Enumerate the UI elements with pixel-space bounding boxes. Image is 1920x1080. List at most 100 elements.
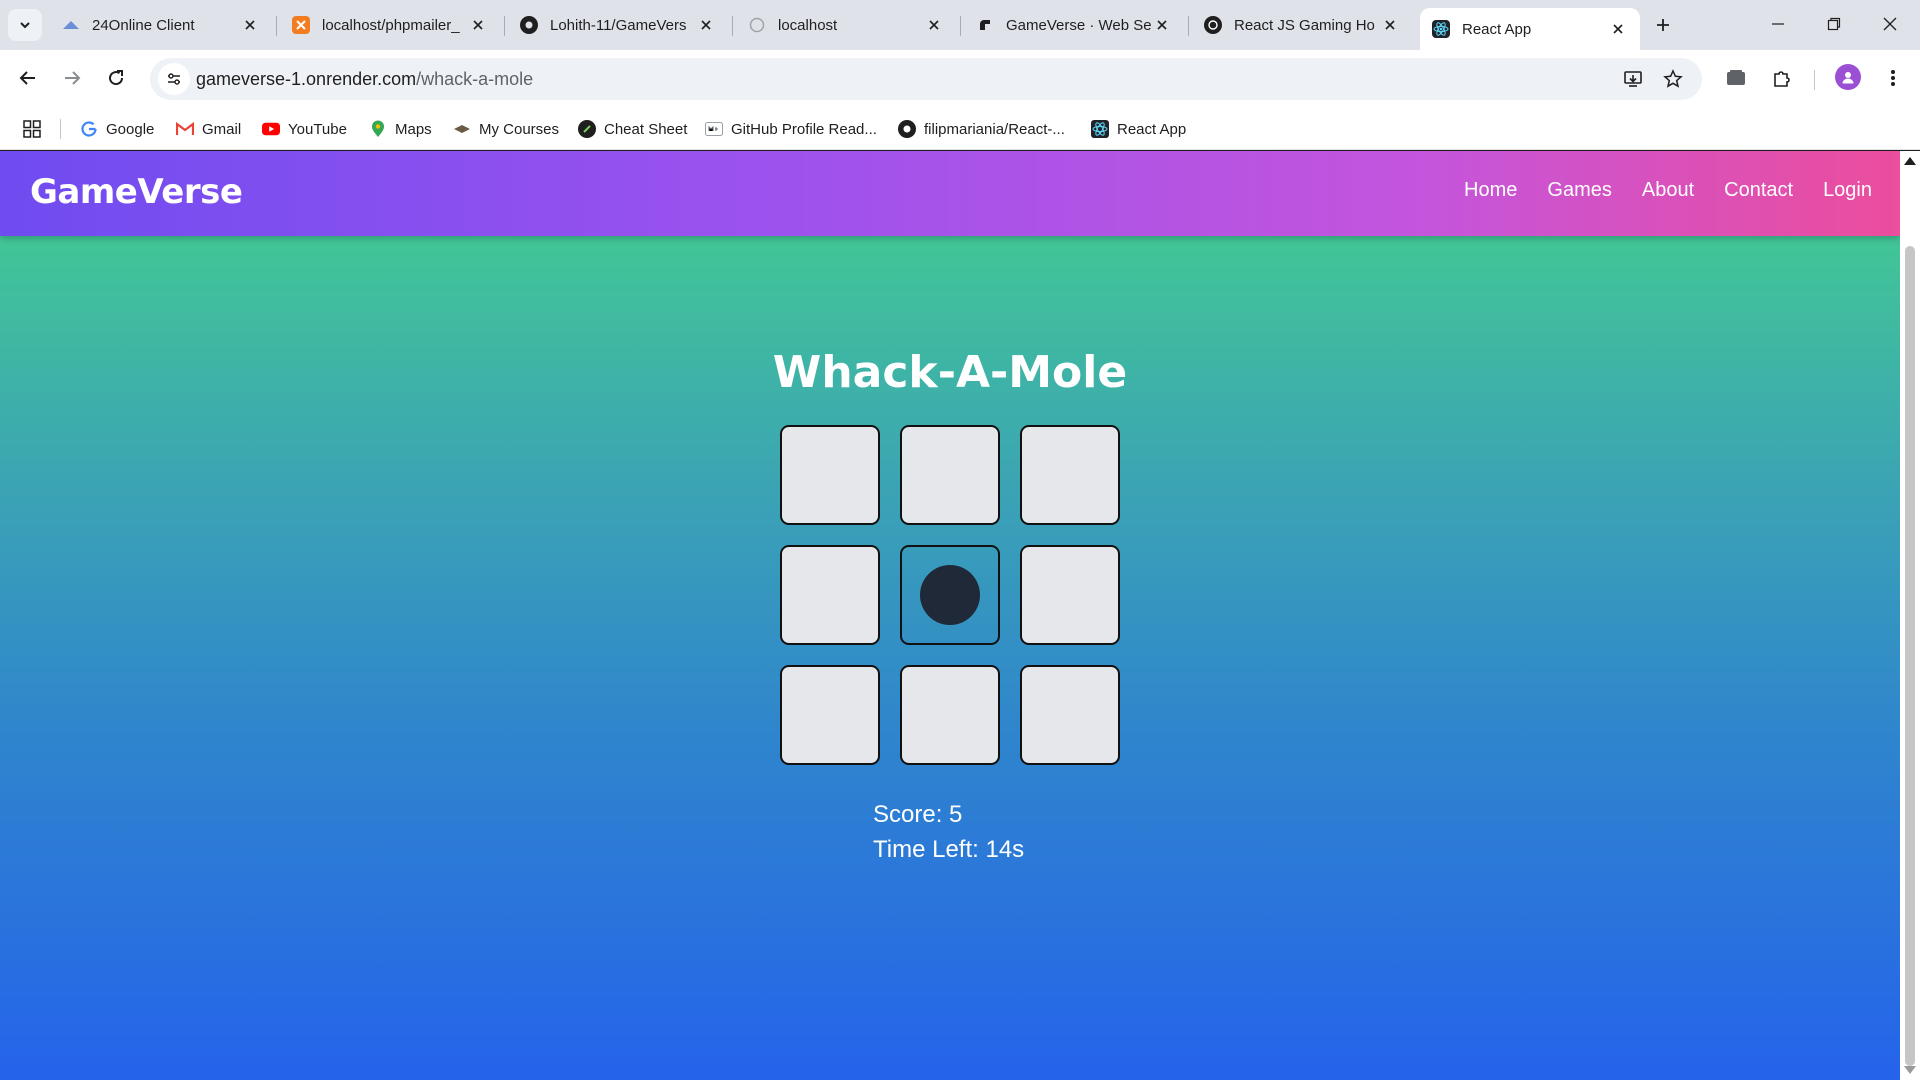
bookmark-google[interactable]: Google (80, 115, 154, 143)
mole-hole[interactable] (780, 545, 880, 645)
tab-phpmailer[interactable]: localhost/phpmailer_ (280, 8, 500, 42)
site-logo[interactable]: GameVerse (30, 172, 243, 212)
globe-icon (748, 16, 766, 34)
mole-hole[interactable] (1020, 425, 1120, 525)
nav-about[interactable]: About (1642, 179, 1694, 202)
toolbar-divider (1814, 70, 1815, 90)
maps-icon (369, 120, 387, 138)
courses-icon (453, 120, 471, 138)
profile-avatar[interactable] (1835, 64, 1861, 90)
bookmark-my-courses[interactable]: My Courses (453, 115, 559, 143)
scroll-up-arrow-icon[interactable] (1904, 157, 1916, 165)
tab-title: 24Online Client (92, 16, 195, 34)
close-icon[interactable] (1380, 15, 1400, 35)
bookmark-label: Maps (395, 120, 432, 138)
apps-grid-icon (23, 120, 41, 138)
bookmark-youtube[interactable]: YouTube (262, 115, 347, 143)
close-icon[interactable] (1608, 19, 1628, 39)
address-bar[interactable]: gameverse-1.onrender.com/whack-a-mole (150, 58, 1702, 100)
bookmark-label: My Courses (479, 120, 560, 138)
bookmarks-separator (60, 119, 61, 139)
install-app-button[interactable] (1618, 64, 1648, 94)
close-icon[interactable] (468, 15, 488, 35)
bookmark-gmail[interactable]: Gmail (176, 115, 241, 143)
bookmark-react-app[interactable]: React App (1091, 115, 1186, 143)
mole-hole[interactable] (900, 665, 1000, 765)
site-navbar: GameVerse Home Games About Contact Login (0, 151, 1900, 236)
nav-contact[interactable]: Contact (1724, 179, 1793, 202)
arrow-left-icon (19, 71, 35, 85)
chevron-down-icon (20, 22, 30, 29)
tab-group-icon (1727, 70, 1745, 85)
mole-hole[interactable] (900, 425, 1000, 525)
nav-games[interactable]: Games (1547, 179, 1611, 202)
minimize-button[interactable] (1758, 6, 1798, 42)
bookmark-react-repo[interactable]: filipmariania/React-... (898, 115, 1065, 143)
tab-separator (732, 16, 733, 36)
extensions-menu-button[interactable] (1764, 60, 1800, 96)
mole-hole[interactable] (780, 665, 880, 765)
puzzle-icon (1774, 71, 1790, 87)
back-button[interactable] (10, 60, 46, 96)
bookmark-star-button[interactable] (1658, 64, 1688, 94)
profile-icon (1842, 72, 1854, 84)
mole-hole[interactable] (780, 425, 880, 525)
close-icon[interactable] (240, 15, 260, 35)
mole-hole[interactable] (1020, 545, 1120, 645)
install-icon (1624, 71, 1642, 87)
extension-button[interactable] (1718, 60, 1754, 96)
star-icon (1663, 69, 1683, 88)
tab-render[interactable]: GameVerse · Web Se (964, 8, 1184, 42)
react-icon (1432, 20, 1450, 38)
scroll-down-arrow-icon[interactable] (1904, 1066, 1916, 1074)
mole-hole[interactable] (900, 545, 1000, 645)
tab-chatgpt[interactable]: React JS Gaming Ho (1192, 8, 1412, 42)
tab-react-app[interactable]: React App (1420, 8, 1640, 50)
tab-search-button[interactable] (8, 9, 42, 41)
browser-menu-button[interactable] (1875, 60, 1911, 96)
plus-icon (1657, 19, 1669, 31)
react-icon (1091, 120, 1109, 138)
close-window-button[interactable] (1870, 6, 1910, 42)
arrow-right-icon (65, 71, 81, 85)
restore-button[interactable] (1814, 6, 1854, 42)
nav-home[interactable]: Home (1464, 179, 1517, 202)
nav-login[interactable]: Login (1823, 179, 1872, 202)
close-icon[interactable] (696, 15, 716, 35)
mole[interactable] (920, 565, 980, 625)
bookmark-maps[interactable]: Maps (369, 115, 432, 143)
bookmark-label: Google (106, 120, 155, 138)
tab-title: React App (1462, 20, 1532, 38)
close-icon[interactable] (1152, 15, 1172, 35)
new-tab-button[interactable] (1648, 10, 1678, 40)
mole-hole[interactable] (1020, 665, 1120, 765)
reload-button[interactable] (98, 60, 134, 96)
github-icon (898, 120, 916, 138)
tab-title: React JS Gaming Ho (1234, 16, 1375, 34)
site-settings-button[interactable] (158, 63, 190, 95)
bookmark-cheat-sheet[interactable]: Cheat Sheet (578, 115, 687, 143)
tab-24online[interactable]: 24Online Client (50, 8, 272, 42)
cloud-icon (62, 16, 80, 34)
tab-strip: 24Online Client localhost/phpmailer_ Loh… (0, 0, 1920, 50)
scrollbar-thumb[interactable] (1905, 246, 1915, 1066)
bookmark-label: React App (1117, 120, 1187, 138)
minimize-icon (1772, 23, 1784, 25)
apps-button[interactable] (20, 117, 44, 141)
nav-links: Home Games About Contact Login (1464, 179, 1872, 202)
forward-button[interactable] (54, 60, 90, 96)
tab-title: Lohith-11/GameVers (550, 16, 687, 34)
github-icon (520, 16, 538, 34)
bookmarks-bar: Google Gmail YouTube Maps My Courses Che… (0, 107, 1920, 150)
cheatsheet-icon (578, 120, 596, 138)
tab-github-gameverse[interactable]: Lohith-11/GameVers (508, 8, 728, 42)
bookmark-label: YouTube (288, 120, 347, 138)
reload-icon (109, 70, 124, 86)
tab-localhost[interactable]: localhost (736, 8, 956, 42)
youtube-icon (262, 120, 280, 138)
tab-separator (504, 16, 505, 36)
page-scrollbar[interactable] (1900, 151, 1920, 1080)
bookmark-label: GitHub Profile Read... (731, 120, 877, 138)
bookmark-github-readme[interactable]: GitHub Profile Read... (705, 115, 877, 143)
close-icon[interactable] (924, 15, 944, 35)
